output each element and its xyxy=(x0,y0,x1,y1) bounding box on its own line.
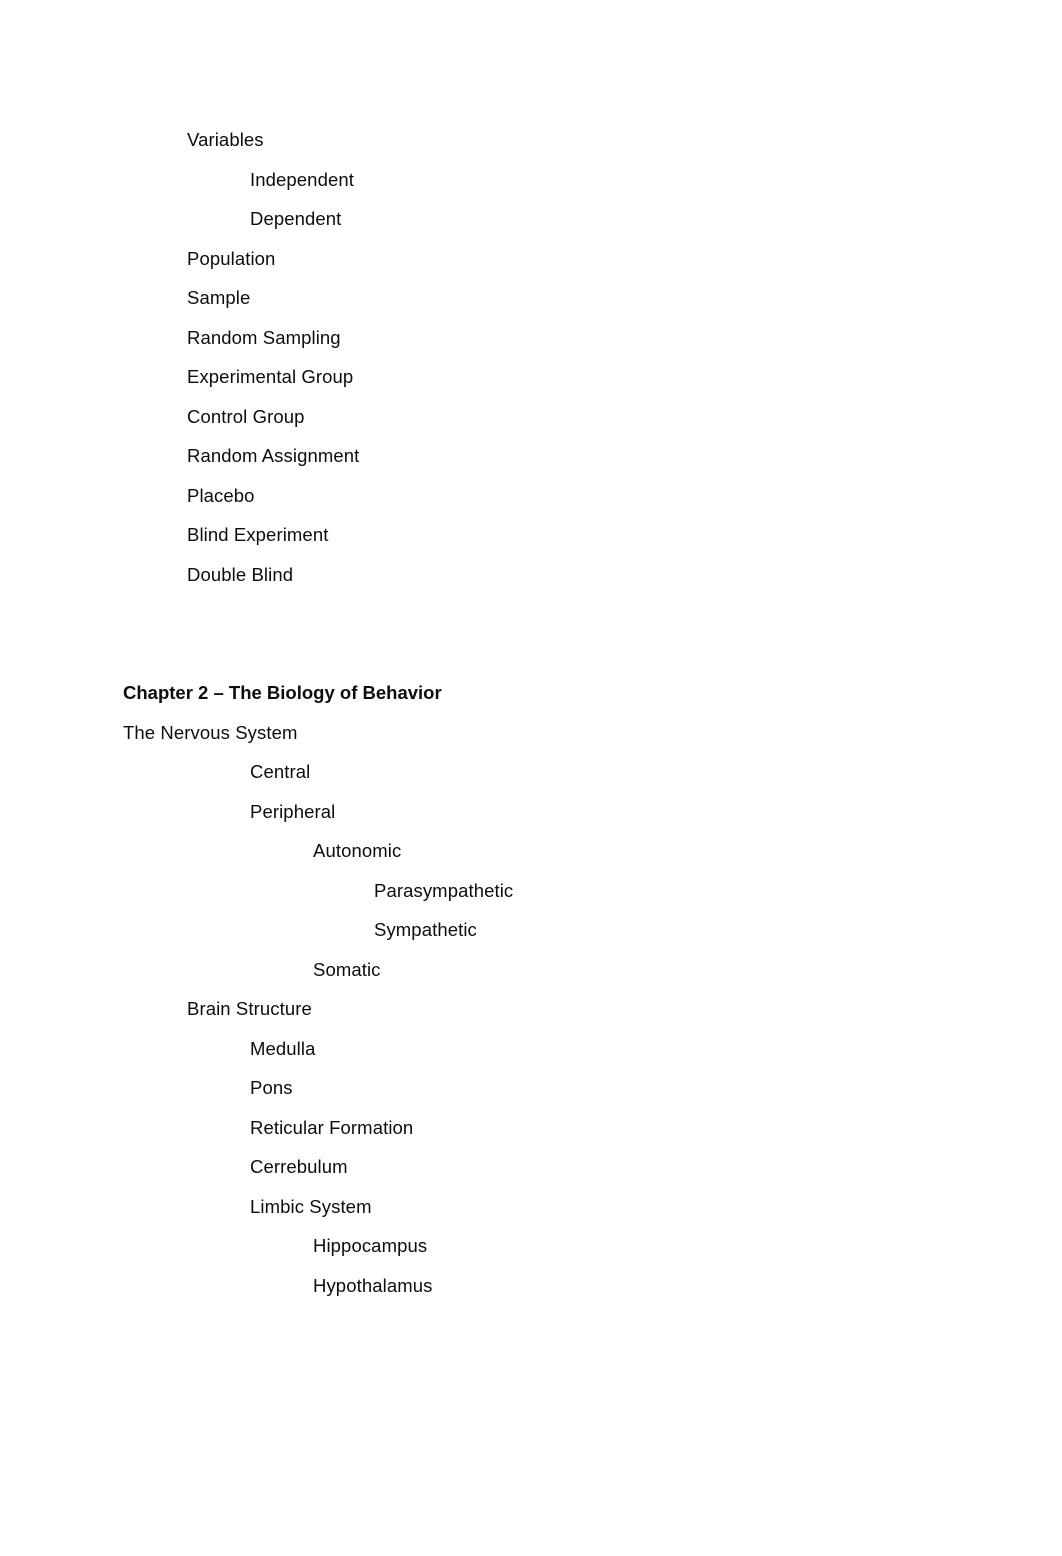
outline-item: Reticular Formation xyxy=(250,1116,414,1138)
outline-item: Variables xyxy=(187,129,264,150)
outline-item: Double Blind xyxy=(187,563,294,585)
outline-item: Autonomic xyxy=(313,840,402,861)
outline-item: Cerrebulum xyxy=(250,1156,348,1177)
outline-section-chapter-1-continued: Variables Independent Dependent Populati… xyxy=(0,120,1062,594)
document-page: Variables Independent Dependent Populati… xyxy=(0,0,1062,1556)
outline-item: Dependent xyxy=(250,208,342,229)
outline-item: Hippocampus xyxy=(313,1235,428,1256)
chapter-heading: Chapter 2 – The Biology of Behavior xyxy=(123,682,442,703)
outline-item: Sympathetic xyxy=(374,919,477,940)
outline-item: Hypothalamus xyxy=(313,1274,433,1296)
outline-item: Blind Experiment xyxy=(187,524,329,545)
outline-item: Placebo xyxy=(187,484,255,506)
outline-item: Random Sampling xyxy=(187,326,341,348)
outline-item: Brain Structure xyxy=(187,998,312,1019)
outline-item: Pons xyxy=(250,1077,293,1098)
outline-item: Population xyxy=(187,247,276,269)
outline-section-chapter-2: Chapter 2 – The Biology of Behavior The … xyxy=(0,673,1062,1305)
outline-item: Control Group xyxy=(187,405,305,427)
outline-item: Parasympathetic xyxy=(374,879,514,901)
outline-item: The Nervous System xyxy=(123,721,298,743)
outline-item: Random Assignment xyxy=(187,445,360,466)
outline-item: Sample xyxy=(187,287,251,308)
outline-item: Medulla xyxy=(250,1037,316,1059)
outline-item: Central xyxy=(250,761,311,782)
outline-item: Experimental Group xyxy=(187,366,354,387)
outline-item: Independent xyxy=(250,168,354,190)
outline-item: Somatic xyxy=(313,958,381,980)
outline-item: Limbic System xyxy=(250,1195,372,1217)
outline-item: Peripheral xyxy=(250,800,336,822)
